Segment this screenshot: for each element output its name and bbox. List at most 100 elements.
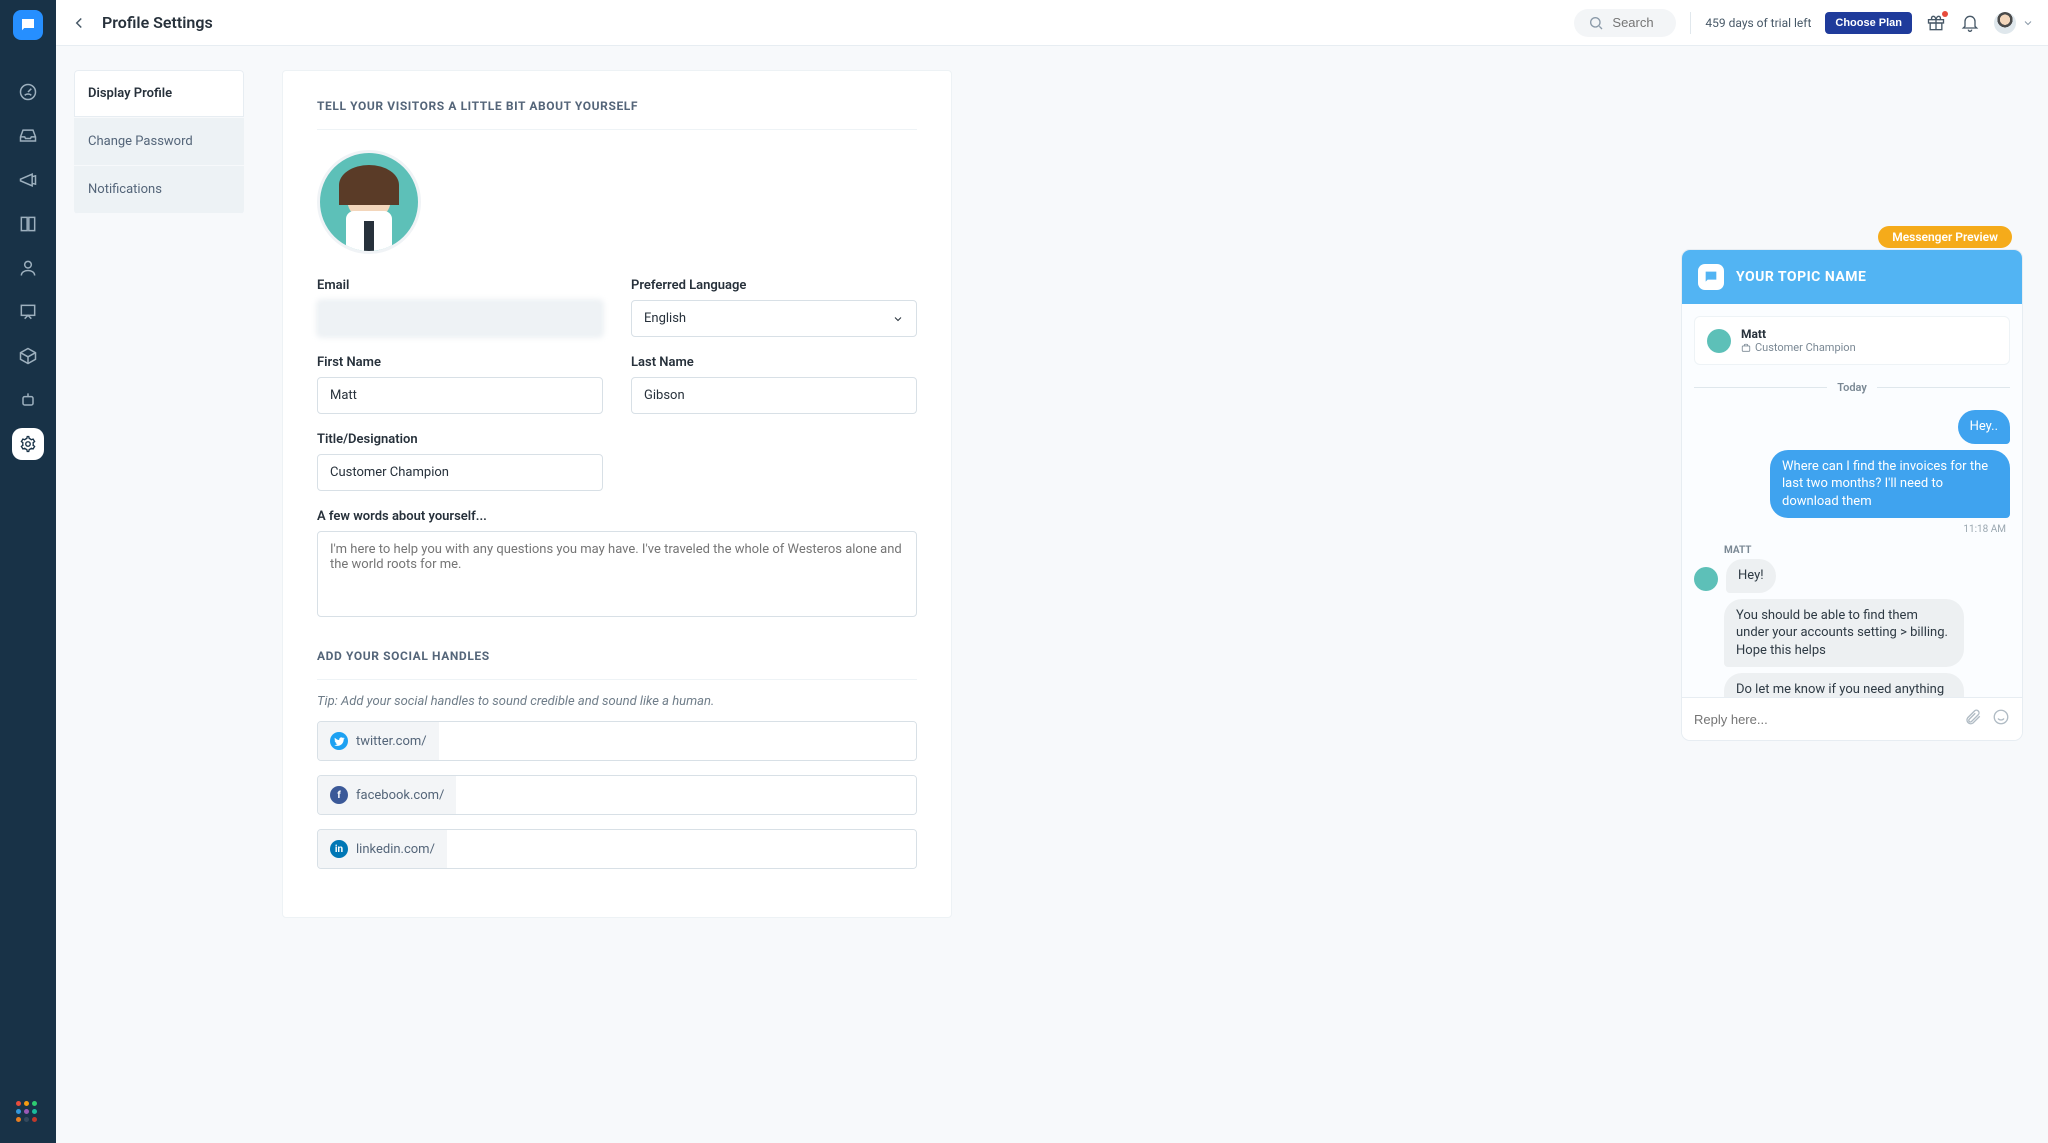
search-icon	[1588, 15, 1604, 31]
trial-status: 459 days of trial left	[1705, 16, 1811, 30]
agent-role: Customer Champion	[1755, 341, 1856, 354]
nav-integrations[interactable]	[8, 334, 48, 378]
tab-display-profile[interactable]: Display Profile	[74, 70, 244, 118]
divider	[1690, 12, 1691, 34]
label-lastname: Last Name	[631, 355, 917, 370]
day-separator: Today	[1694, 381, 2010, 394]
twitter-row: twitter.com/	[317, 721, 917, 761]
topbar: Profile Settings 459 days of trial left …	[56, 0, 2048, 46]
preview-badge: Messenger Preview	[1878, 226, 2012, 248]
back-button[interactable]	[70, 14, 88, 32]
label-title: Title/Designation	[317, 432, 603, 447]
megaphone-icon	[18, 170, 38, 190]
agent-card: Matt Customer Champion	[1694, 316, 2010, 365]
facebook-icon: f	[330, 786, 348, 804]
chat-input-bar	[1682, 697, 2022, 740]
agent-avatar	[1707, 329, 1731, 353]
nav-campaigns[interactable]	[8, 158, 48, 202]
body: Display Profile Change Password Notifica…	[56, 46, 2048, 1143]
left-rail	[0, 0, 56, 1143]
person-icon	[18, 258, 38, 278]
preview-panel: Messenger Preview YOUR TOPIC NAME Matt	[1682, 250, 2022, 740]
emoji-button[interactable]	[1992, 708, 2010, 730]
section-about-title: Tell your visitors a little bit about yo…	[317, 99, 917, 130]
agent-name: Matt	[1741, 327, 1856, 341]
user-message: Where can I find the invoices for the la…	[1770, 450, 2010, 519]
side-panel: Display Profile Change Password Notifica…	[56, 46, 256, 1143]
facebook-input[interactable]	[456, 776, 916, 814]
last-name-field[interactable]	[631, 377, 917, 414]
apps-grid-icon[interactable]	[16, 1101, 40, 1125]
nav-knowledge[interactable]	[8, 202, 48, 246]
label-bio: A few words about yourself...	[317, 509, 917, 524]
agent-message: Hey!	[1726, 559, 1776, 593]
choose-plan-button[interactable]: Choose Plan	[1825, 12, 1912, 34]
email-field	[317, 300, 603, 337]
nav-inbox[interactable]	[8, 114, 48, 158]
briefcase-icon	[1741, 343, 1751, 353]
reply-input[interactable]	[1694, 712, 1954, 727]
profile-avatar[interactable]	[317, 150, 421, 254]
attachment-button[interactable]	[1964, 708, 1982, 730]
title-field[interactable]	[317, 454, 603, 491]
notification-dot	[1942, 11, 1948, 17]
agent-message: Do let me know if you need anything more…	[1724, 673, 1964, 697]
bell-button[interactable]	[1960, 13, 1980, 33]
agent-avatar-small	[1694, 567, 1718, 591]
box-icon	[18, 346, 38, 366]
tab-notifications[interactable]: Notifications	[74, 166, 244, 214]
facebook-row: f facebook.com/	[317, 775, 917, 815]
twitter-input[interactable]	[439, 722, 916, 760]
gauge-icon	[18, 82, 38, 102]
chat-widget: YOUR TOPIC NAME Matt Customer Champion	[1682, 250, 2022, 740]
language-value: English	[644, 311, 686, 326]
linkedin-input[interactable]	[447, 830, 916, 868]
brand-logo[interactable]	[13, 10, 43, 40]
first-name-field[interactable]	[317, 377, 603, 414]
twitter-prefix: twitter.com/	[356, 734, 427, 749]
twitter-icon	[330, 732, 348, 750]
chevron-left-icon	[70, 14, 88, 32]
page-title: Profile Settings	[102, 13, 213, 32]
profile-card: Tell your visitors a little bit about yo…	[282, 70, 952, 918]
nav-reports[interactable]	[8, 290, 48, 334]
nav-people[interactable]	[8, 246, 48, 290]
nav-settings[interactable]	[12, 428, 44, 460]
avatar	[1994, 12, 2016, 34]
label-email: Email	[317, 278, 603, 293]
gift-button[interactable]	[1926, 13, 1946, 33]
search-input[interactable]	[1612, 15, 1662, 30]
language-select[interactable]: English	[631, 300, 917, 337]
gear-icon	[19, 435, 37, 453]
chat-header: YOUR TOPIC NAME	[1682, 250, 2022, 304]
topic-name: YOUR TOPIC NAME	[1736, 269, 1866, 285]
label-firstname: First Name	[317, 355, 603, 370]
inbox-icon	[18, 126, 38, 146]
linkedin-row: in linkedin.com/	[317, 829, 917, 869]
timestamp: 11:18 AM	[1698, 524, 2006, 535]
smile-icon	[1992, 708, 2010, 726]
bio-field[interactable]	[317, 531, 917, 617]
linkedin-icon: in	[330, 840, 348, 858]
bot-icon	[18, 390, 38, 410]
linkedin-prefix: linkedin.com/	[356, 842, 435, 857]
tab-change-password[interactable]: Change Password	[74, 118, 244, 166]
agent-message: You should be able to find them under yo…	[1724, 599, 1964, 668]
search-box[interactable]	[1574, 9, 1676, 37]
sender-label: MATT	[1724, 545, 2010, 556]
paperclip-icon	[1964, 708, 1982, 726]
user-message: Hey..	[1958, 410, 2010, 444]
nav-dashboard[interactable]	[8, 70, 48, 114]
profile-menu[interactable]	[1994, 12, 2034, 34]
chat-logo-icon	[1698, 264, 1724, 290]
presentation-icon	[18, 302, 38, 322]
book-icon	[18, 214, 38, 234]
section-social-title: Add your social handles	[317, 649, 917, 680]
label-language: Preferred Language	[631, 278, 917, 293]
nav-bots[interactable]	[8, 378, 48, 422]
chevron-down-icon	[2022, 17, 2034, 29]
bell-icon	[1960, 13, 1980, 33]
chevron-down-icon	[892, 313, 904, 325]
facebook-prefix: facebook.com/	[356, 788, 444, 803]
chat-icon	[19, 16, 37, 34]
